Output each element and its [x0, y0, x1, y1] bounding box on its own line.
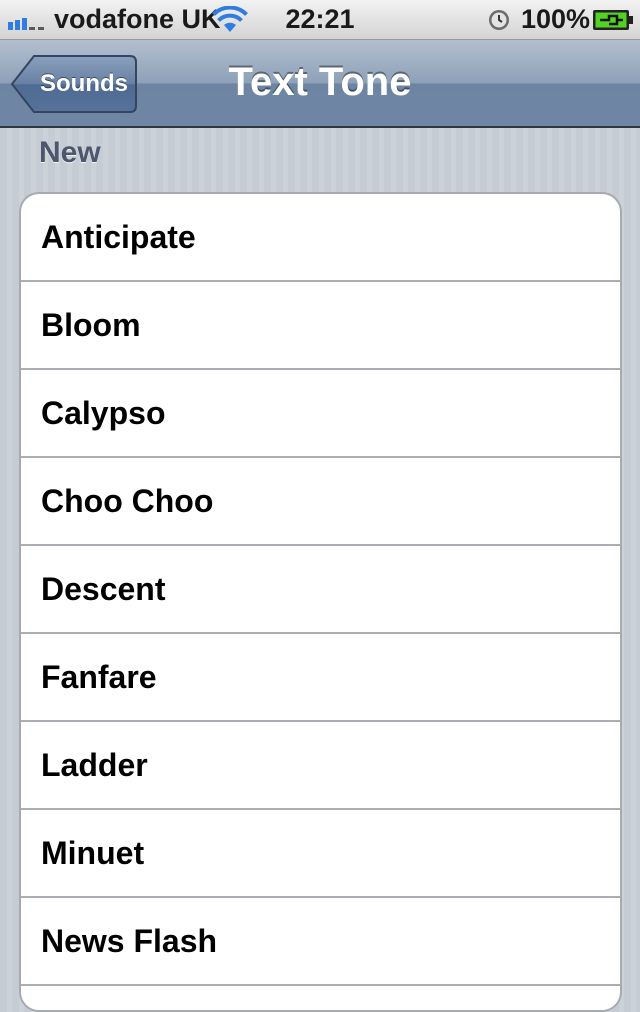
tone-row-anticipate[interactable]: Anticipate [21, 194, 620, 282]
clock: 22:21 [285, 4, 355, 34]
text-tone-list: Anticipate Bloom Calypso Choo Choo Desce… [19, 192, 622, 1012]
tone-row-descent[interactable]: Descent [21, 546, 620, 634]
battery-percent: 100% [521, 4, 591, 34]
back-button-label: Sounds [40, 70, 128, 97]
section-header: New [39, 136, 101, 169]
tone-row-news-flash[interactable]: News Flash [21, 898, 620, 986]
tone-row-calypso[interactable]: Calypso [21, 370, 620, 458]
navigation-bar: Sounds Text Tone [0, 40, 640, 128]
back-button[interactable]: Sounds [10, 54, 138, 114]
tone-row-minuet[interactable]: Minuet [21, 810, 620, 898]
tone-row-choo-choo[interactable]: Choo Choo [21, 458, 620, 546]
page-title: Text Tone [228, 60, 412, 104]
tone-row-fanfare[interactable]: Fanfare [21, 634, 620, 722]
battery-charging-icon [593, 10, 633, 30]
status-bar: vodafone UK 22:21 100% [0, 0, 640, 40]
tone-row-ladder[interactable]: Ladder [21, 722, 620, 810]
alarm-clock-icon [489, 10, 509, 30]
tone-row-bloom[interactable]: Bloom [21, 282, 620, 370]
